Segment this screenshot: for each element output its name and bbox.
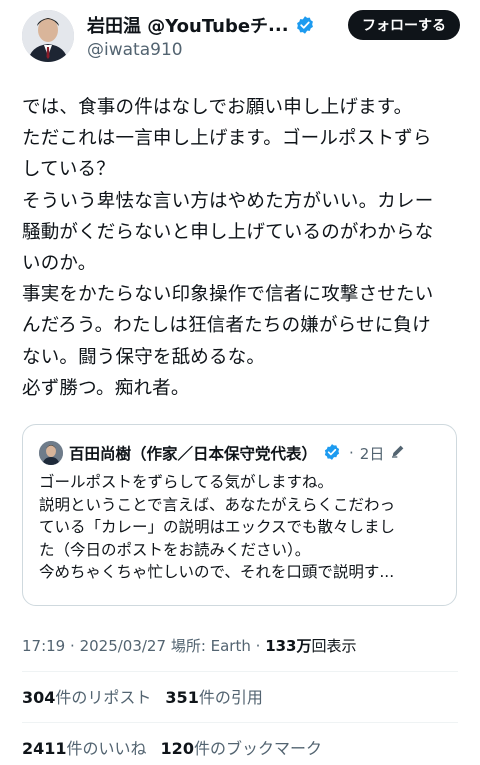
- tweet-text: では、食事の件はなしでお願い申し上げます。 ただこれは一言申し上げます。ゴールポ…: [22, 92, 462, 404]
- views-label: 回表示: [311, 637, 357, 655]
- quoted-line: 今めちゃくちゃ忙しいので、それを口頭で説明す...: [39, 563, 395, 581]
- quoted-line: た（今日のポストをお読みください）。: [39, 540, 311, 559]
- reposts-count: 304: [22, 688, 56, 707]
- pencil-edit-icon: [390, 443, 406, 463]
- quoted-tweet[interactable]: 百田尚樹（作家／日本保守党代表） · 2日 ゴールポストをずらしてる気がしますね…: [22, 424, 457, 606]
- engagement-row-1: 304件のリポスト 351件の引用: [22, 684, 263, 708]
- bookmarks-count: 120: [160, 739, 194, 758]
- likes-link[interactable]: 2411件のいいね: [22, 735, 147, 759]
- tweet-line: ない。闘う保守を舐めるな。: [22, 346, 266, 368]
- divider: [22, 722, 458, 723]
- bookmarks-link[interactable]: 120件のブックマーク: [161, 735, 322, 759]
- name-ellipsis: ...: [268, 14, 289, 36]
- tweet-line: ただこれは一言申し上げます。ゴールポストずら: [22, 128, 432, 150]
- tweet-line: している？: [22, 159, 115, 181]
- author-avatar[interactable]: [22, 10, 74, 62]
- separator-dot: ·: [349, 444, 354, 462]
- tweet-line: そういう卑怯な言い方はやめた方がいい。カレー: [22, 190, 434, 212]
- verified-badge-icon: [295, 15, 315, 35]
- likes-count: 2411: [22, 739, 67, 758]
- tweet-meta: 17:19 · 2025/03/27 場所: Earth · 133万回表示: [22, 637, 357, 655]
- reposts-label: 件のリポスト: [55, 688, 152, 707]
- tweet-line: 必ず勝つ。痴れ者。: [22, 377, 190, 399]
- quoted-line: ている「カレー」の説明はエックスでも散々しまし: [39, 518, 396, 536]
- quotes-link[interactable]: 351件の引用: [165, 684, 262, 708]
- follow-button[interactable]: フォローする: [348, 10, 460, 40]
- reposts-link[interactable]: 304件のリポスト: [22, 684, 151, 708]
- quoted-timestamp[interactable]: 2日: [360, 443, 385, 464]
- quoted-tweet-header: 百田尚樹（作家／日本保守党代表） · 2日: [39, 441, 406, 465]
- tweet-line: 騒動がくだらないと申し上げているのがわからな: [22, 221, 434, 243]
- divider: [22, 671, 458, 672]
- likes-label: 件のいいね: [66, 739, 147, 758]
- quotes-label: 件の引用: [198, 688, 263, 707]
- tweet-line: では、食事の件はなしでお願い申し上げます。: [22, 97, 413, 118]
- tweet-date[interactable]: 2025/03/27: [80, 637, 166, 655]
- tweet-header: 岩田温 @YouTubeチ... @iwata910 フォローする: [0, 0, 480, 74]
- quoted-line: ゴールポストをずらしてる気がしますね。: [39, 473, 334, 491]
- quoted-line: 説明ということで言えば、あなたがえらくこだわっ: [39, 495, 396, 514]
- tweet-line: んだろう。わたしは狂信者たちの嫌がらせに負け: [22, 315, 431, 337]
- bookmarks-label: 件のブックマーク: [193, 739, 322, 758]
- tweet-line: いのか。: [22, 253, 97, 275]
- quoted-tweet-text: ゴールポストをずらしてる気がしますね。 説明ということで言えば、あなたがえらくこ…: [39, 471, 395, 584]
- engagement-row-2: 2411件のいいね 120件のブックマーク: [22, 735, 322, 759]
- author-handle[interactable]: @iwata910: [87, 40, 183, 60]
- quoted-author-name[interactable]: 百田尚樹（作家／日本保守党代表）: [69, 442, 317, 464]
- views-count: 133万: [265, 637, 312, 655]
- author-display-name[interactable]: 岩田温 @YouTubeチ: [87, 12, 268, 38]
- tweet-line: 事実をかたらない印象操作で信者に攻撃させたい: [22, 284, 434, 306]
- tweet-time[interactable]: 17:19: [22, 637, 65, 655]
- quoted-author-avatar[interactable]: [39, 441, 63, 465]
- verified-badge-icon: [323, 443, 343, 463]
- quotes-count: 351: [165, 688, 199, 707]
- tweet-location: 場所: Earth: [170, 637, 251, 655]
